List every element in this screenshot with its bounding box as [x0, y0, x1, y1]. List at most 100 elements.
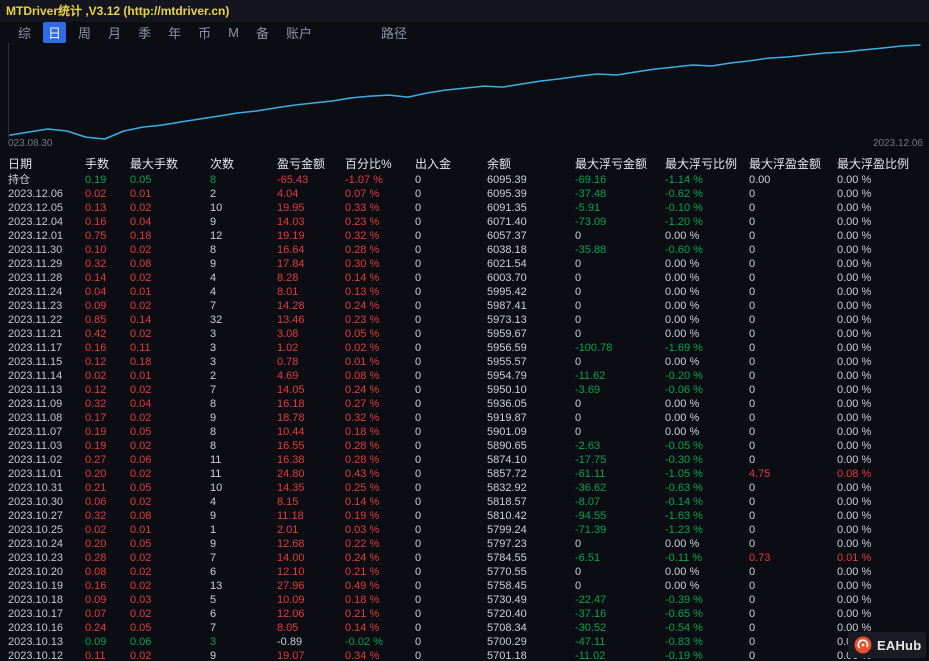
tab-currency[interactable]: 币	[193, 22, 216, 43]
table-row[interactable]: 2023.12.05 0.13 0.02 10 19.95 0.33 % 0 6091.35 -…	[8, 201, 929, 215]
table-row[interactable]: 2023.12.06 0.02 0.01 2 4.04 0.07 % 0 6095.39 -37…	[8, 187, 929, 201]
table-row[interactable]: 2023.10.12 0.11 0.02 9 19.07 0.34 % 0 5701.18 -1…	[8, 649, 929, 661]
table-cell: 2023.11.03	[8, 440, 63, 452]
table-cell: 0.00 %	[837, 230, 872, 242]
table-row[interactable]: 2023.11.01 0.20 0.02 11 24.80 0.43 % 0 5857.72 -…	[8, 467, 929, 481]
table-cell: 0	[749, 398, 756, 410]
table-row[interactable]: 2023.11.14 0.02 0.01 2 4.69 0.08 % 0 5954.79 -11…	[8, 369, 929, 383]
table-cell: 0.28 %	[345, 440, 380, 452]
table-row[interactable]: 2023.10.20 0.08 0.02 6 12.10 0.21 % 0 5770.55 0 0…	[8, 565, 929, 579]
table-cell: 5955.57	[487, 356, 527, 368]
table-cell: 0	[749, 510, 756, 522]
table-cell: 0.08	[130, 258, 152, 270]
table-row[interactable]: 2023.11.02 0.27 0.06 11 16.38 0.28 % 0 5874.10 -…	[8, 453, 929, 467]
table-cell: 0	[749, 440, 756, 452]
table-cell: 2023.12.04	[8, 216, 64, 228]
table-cell: 5890.65	[487, 440, 527, 452]
table-cell: 0	[415, 426, 422, 438]
table-row[interactable]: 2023.10.13 0.09 0.06 3 -0.89 -0.02 % 0 5700.29 -…	[8, 635, 929, 649]
tab-account[interactable]: 账户	[281, 22, 317, 43]
eahub-badge[interactable]: EAHub	[848, 632, 926, 658]
tab-daily[interactable]: 日	[43, 22, 67, 43]
table-cell: 5919.87	[487, 412, 527, 424]
tab-weekly[interactable]: 周	[73, 22, 96, 43]
table-cell: 0.08	[130, 510, 152, 522]
table-cell: 2023.11.28	[8, 272, 63, 284]
table-body: 持仓 0.19 0.05 8 -65.43 -1.07 % 0 6095.39 -69.16 -1…	[0, 173, 929, 661]
table-cell: 19.19	[277, 230, 305, 242]
table-row[interactable]: 2023.11.17 0.16 0.11 3 1.02 0.02 % 0 5956.59 -10…	[8, 341, 929, 355]
column-header: 次数	[210, 157, 235, 171]
table-row[interactable]: 2023.11.28 0.14 0.02 4 8.28 0.14 % 0 6003.70 0 0.…	[8, 271, 929, 285]
tab-summary[interactable]: 综	[13, 22, 36, 43]
table-cell: 0	[415, 202, 422, 214]
table-row[interactable]: 2023.10.16 0.24 0.05 7 8.05 0.14 % 0 5708.34 -30…	[8, 621, 929, 635]
table-cell: 5810.42	[487, 510, 527, 522]
table-cell: 0	[415, 188, 422, 200]
table-cell: 6038.18	[487, 244, 527, 256]
table-row[interactable]: 2023.11.15 0.12 0.18 3 0.78 0.01 % 0 5955.57 0 0.…	[8, 355, 929, 369]
table-row[interactable]: 2023.11.29 0.32 0.08 9 17.84 0.30 % 0 6021.54 0 0…	[8, 257, 929, 271]
table-row[interactable]: 2023.11.21 0.42 0.02 3 3.08 0.05 % 0 5959.67 0 0.…	[8, 327, 929, 341]
table-cell: 0	[415, 622, 422, 634]
table-row[interactable]: 2023.10.31 0.21 0.05 10 14.35 0.25 % 0 5832.92 -…	[8, 481, 929, 495]
table-cell: 0.73	[749, 552, 771, 564]
table-cell: 0.00 %	[837, 286, 872, 298]
table-cell: 5	[210, 594, 217, 606]
table-row[interactable]: 2023.10.25 0.02 0.01 1 2.01 0.03 % 0 5799.24 -71…	[8, 523, 929, 537]
table-row[interactable]: 2023.10.24 0.20 0.05 9 12.68 0.22 % 0 5797.23 0 0…	[8, 537, 929, 551]
table-cell: 0.24	[85, 622, 107, 634]
table-row[interactable]: 2023.11.24 0.04 0.01 4 8.01 0.13 % 0 5995.42 0 0.…	[8, 285, 929, 299]
table-cell: 4.04	[277, 188, 299, 200]
table-row[interactable]: 2023.10.17 0.07 0.02 6 12.06 0.21 % 0 5720.40 -3…	[8, 607, 929, 621]
table-cell: 0.19	[85, 426, 107, 438]
table-row[interactable]: 2023.12.01 0.75 0.18 12 19.19 0.32 % 0 6057.37 0…	[8, 229, 929, 243]
table-row[interactable]: 2023.10.18 0.09 0.03 5 10.09 0.18 % 0 5730.49 -2…	[8, 593, 929, 607]
table-cell: 0.04	[130, 398, 152, 410]
table-row[interactable]: 持仓 0.19 0.05 8 -65.43 -1.07 % 0 6095.39 -69.16 -1…	[8, 173, 929, 187]
table-row[interactable]: 2023.11.30 0.10 0.02 8 16.64 0.28 % 0 6038.18 -3…	[8, 243, 929, 257]
table-cell: 0.13 %	[345, 286, 380, 298]
table-cell: -37.48	[575, 188, 607, 200]
table-row[interactable]: 2023.11.09 0.32 0.04 8 16.18 0.27 % 0 5936.05 0 0…	[8, 397, 929, 411]
table-cell: 0.00 %	[837, 580, 872, 592]
table-cell: 0	[415, 328, 422, 340]
tab-yearly[interactable]: 年	[163, 22, 186, 43]
table-cell: 5956.59	[487, 342, 527, 354]
table-cell: -0.63 %	[665, 482, 703, 494]
column-header: 盈亏金额	[277, 157, 326, 171]
table-cell: 0.14 %	[345, 272, 380, 284]
table-cell: 5770.55	[487, 566, 527, 578]
table-cell: -0.19 %	[665, 650, 703, 661]
table-cell: 1.02	[277, 342, 299, 354]
table-row[interactable]: 2023.10.19 0.16 0.02 13 27.96 0.49 % 0 5758.45 0…	[8, 579, 929, 593]
table-cell: 0	[749, 566, 756, 578]
table-cell: -0.11 %	[665, 552, 703, 564]
table-row[interactable]: 2023.11.13 0.12 0.02 7 14.05 0.24 % 0 5950.10 -3…	[8, 383, 929, 397]
table-cell: -0.14 %	[665, 496, 703, 508]
tab-monthly[interactable]: 月	[103, 22, 126, 43]
toolbar: 综日周月季年币 M 备账户 路径	[0, 22, 929, 43]
table-row[interactable]: 2023.12.04 0.16 0.04 9 14.03 0.23 % 0 6071.40 -7…	[8, 215, 929, 229]
table-cell: 5995.42	[487, 286, 527, 298]
tab-quarterly[interactable]: 季	[133, 22, 156, 43]
path-button[interactable]: 路径	[376, 22, 412, 43]
table-cell: -71.39	[575, 524, 607, 536]
table-row[interactable]: 2023.11.22 0.85 0.14 32 13.46 0.23 % 0 5973.13 0…	[8, 313, 929, 327]
table-cell: 8.15	[277, 496, 299, 508]
table-cell: 0.00 %	[837, 328, 872, 340]
table-row[interactable]: 2023.10.30 0.06 0.02 4 8.15 0.14 % 0 5818.57 -8.…	[8, 495, 929, 509]
table-cell: 0.07 %	[345, 188, 380, 200]
table-row[interactable]: 2023.10.27 0.32 0.08 9 11.18 0.19 % 0 5810.42 -9…	[8, 509, 929, 523]
table-cell: 0.19	[85, 440, 107, 452]
table-cell: 0	[749, 272, 756, 284]
table-row[interactable]: 2023.11.23 0.09 0.02 7 14.28 0.24 % 0 5987.41 0 0…	[8, 299, 929, 313]
table-row[interactable]: 2023.11.08 0.17 0.02 9 18.78 0.32 % 0 5919.87 0 0…	[8, 411, 929, 425]
table-cell: -22.47	[575, 594, 607, 606]
table-row[interactable]: 2023.11.07 0.19 0.05 8 10.44 0.18 % 0 5901.09 0 0…	[8, 425, 929, 439]
table-cell: 14.35	[277, 482, 305, 494]
tab-m[interactable]: M	[223, 24, 244, 41]
table-row[interactable]: 2023.10.23 0.28 0.02 7 14.00 0.24 % 0 5784.55 -6…	[8, 551, 929, 565]
table-row[interactable]: 2023.11.03 0.19 0.02 8 16.55 0.28 % 0 5890.65 -2…	[8, 439, 929, 453]
tab-backup[interactable]: 备	[251, 22, 274, 43]
